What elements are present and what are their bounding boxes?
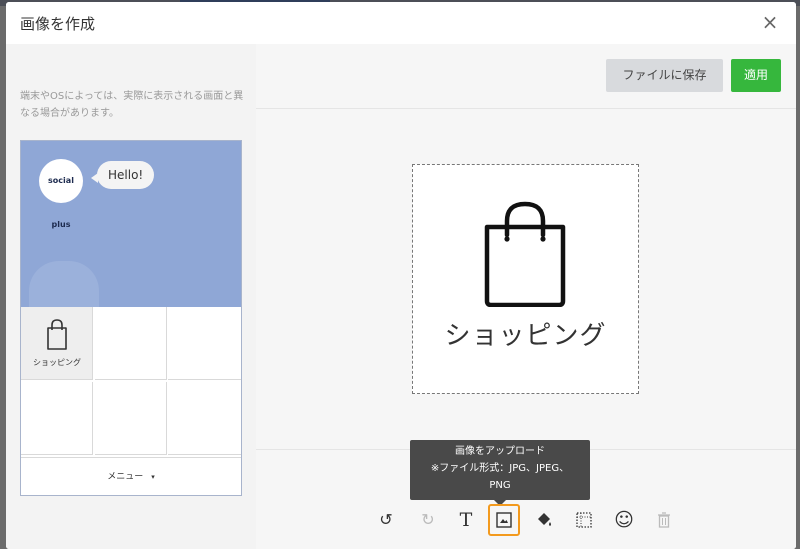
background-cloud xyxy=(29,261,99,307)
emoji-icon[interactable]: ☺ xyxy=(608,504,640,536)
cell-label: ショッピング xyxy=(33,358,81,367)
rich-menu-cell-2[interactable] xyxy=(95,307,167,380)
rich-menu-cell-1[interactable]: ショッピング xyxy=(21,307,93,380)
rich-menu-grid: ショッピング xyxy=(21,307,241,455)
text-icon[interactable]: T xyxy=(450,504,482,536)
tooltip-line-3: PNG xyxy=(489,480,511,491)
modal-title: 画像を作成 xyxy=(20,15,96,33)
image-upload-glyph xyxy=(496,512,512,528)
rich-menu-cell-6[interactable] xyxy=(168,382,241,455)
save-to-file-button[interactable]: ファイルに保存 xyxy=(606,59,723,92)
canvas-text[interactable]: ショッピング xyxy=(413,315,638,352)
menu-bar[interactable]: メニュー ▾ xyxy=(21,457,241,496)
preview-note: 端末やOSによっては、実際に表示される画面と異なる場合があります。 xyxy=(20,91,244,119)
grid-icon[interactable] xyxy=(568,504,600,536)
apply-button[interactable]: 適用 xyxy=(731,59,781,92)
preview-panel: 端末やOSによっては、実際に表示される画面と異なる場合があります。 social… xyxy=(6,44,256,549)
editor-panel: ファイルに保存 適用 ショッピング 画像をアップロード ※ファイル形式：JPG、… xyxy=(256,44,796,549)
rich-menu-cell-5[interactable] xyxy=(95,382,167,455)
redo-icon[interactable]: ↻ xyxy=(412,504,444,536)
dotted-grid-glyph xyxy=(576,512,592,528)
modal-header: 画像を作成 × xyxy=(6,2,796,44)
rich-menu-cell-3[interactable] xyxy=(168,307,241,380)
trash-glyph xyxy=(658,512,670,528)
phone-preview: social plus Hello! ショッピング メニュー ▾ xyxy=(20,140,242,496)
avatar: social plus xyxy=(39,159,83,229)
paint-bucket-glyph xyxy=(538,513,551,526)
caret-down-icon: ▾ xyxy=(151,473,155,481)
tooltip-line-1: 画像をアップロード xyxy=(455,446,545,457)
upload-tooltip: 画像をアップロード ※ファイル形式：JPG、JPEG、 PNG xyxy=(410,440,590,506)
image-canvas[interactable]: ショッピング xyxy=(412,164,639,394)
fill-icon[interactable] xyxy=(528,504,560,536)
create-image-modal: 画像を作成 × 端末やOSによっては、実際に表示される画面と異なる場合があります… xyxy=(6,2,796,549)
tooltip-line-2: ※ファイル形式：JPG、JPEG、 xyxy=(430,463,570,474)
editor-top-bar: ファイルに保存 適用 xyxy=(256,44,796,109)
image-upload-icon[interactable] xyxy=(488,504,520,536)
trash-icon[interactable] xyxy=(648,504,680,536)
shopping-bag-icon xyxy=(484,201,566,307)
chat-bubble: Hello! xyxy=(90,161,155,189)
shopping-bag-icon xyxy=(47,319,67,350)
chat-preview: social plus Hello! xyxy=(21,141,241,307)
avatar-brand: social plus xyxy=(48,176,74,229)
undo-icon[interactable]: ↺ xyxy=(370,504,402,536)
menu-label: メニュー xyxy=(107,472,144,482)
rich-menu-cell-4[interactable] xyxy=(21,382,93,455)
close-icon[interactable]: × xyxy=(758,10,782,34)
editor-toolbar: ↺ ↻ T ☺ xyxy=(370,504,680,544)
